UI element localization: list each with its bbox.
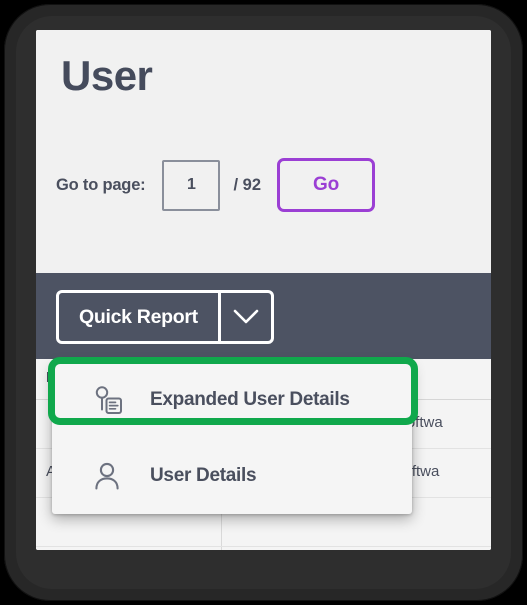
quick-report-dropdown-menu: Expanded User Details User Details — [52, 362, 412, 514]
quick-report-split-button[interactable]: Quick Report — [56, 290, 274, 344]
quick-report-button[interactable]: Quick Report — [59, 293, 218, 341]
app-screen: User Go to page: / 92 Go Quick Report — [36, 30, 491, 550]
pagination-control: Go to page: / 92 Go — [56, 158, 375, 212]
go-to-page-label: Go to page: — [56, 175, 146, 194]
toolbar: Quick Report — [36, 273, 491, 359]
menu-item-label: User Details — [150, 465, 257, 486]
go-button[interactable]: Go — [277, 158, 375, 212]
page-header: User Go to page: / 92 Go — [36, 30, 491, 273]
total-pages-label: / 92 — [233, 175, 261, 194]
page-number-input[interactable] — [162, 159, 221, 211]
quick-report-dropdown-toggle[interactable] — [217, 293, 271, 341]
page-title: User — [61, 52, 153, 99]
menu-item-expanded-user-details[interactable]: Expanded User Details — [52, 362, 412, 438]
person-document-icon — [90, 383, 124, 417]
device-frame: User Go to page: / 92 Go Quick Report — [4, 4, 523, 601]
menu-item-user-details[interactable]: User Details — [52, 438, 412, 514]
chevron-down-icon — [233, 309, 259, 325]
menu-item-label: Expanded User Details — [150, 389, 350, 410]
person-icon — [90, 459, 124, 493]
